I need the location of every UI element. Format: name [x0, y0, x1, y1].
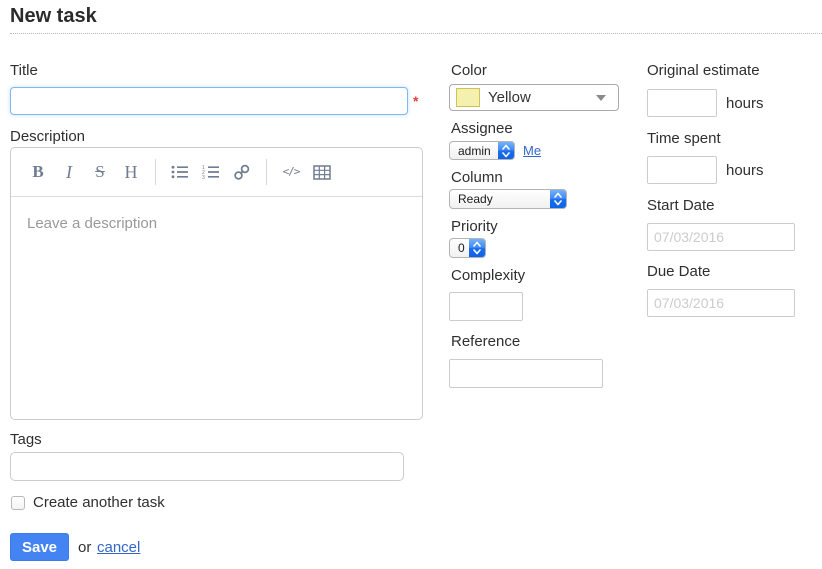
toolbar-separator [266, 159, 267, 185]
italic-icon[interactable]: I [59, 162, 79, 182]
tags-input[interactable] [10, 452, 404, 481]
description-editor: B I S H 1 2 3 [10, 147, 423, 420]
complexity-input[interactable] [449, 292, 523, 321]
color-dropdown[interactable]: Yellow [449, 84, 619, 111]
complexity-label: Complexity [451, 267, 525, 284]
time-spent-unit: hours [726, 162, 764, 179]
required-asterisk: * [413, 93, 418, 109]
original-estimate-unit: hours [726, 95, 764, 112]
create-another-checkbox[interactable] [11, 496, 25, 510]
due-date-input[interactable] [647, 289, 795, 317]
ordered-list-icon[interactable]: 1 2 3 [201, 164, 221, 180]
unordered-list-icon[interactable] [170, 164, 190, 180]
editor-toolbar: B I S H 1 2 3 [11, 148, 422, 197]
save-button[interactable]: Save [10, 533, 69, 561]
column-label: Column [451, 169, 503, 186]
toolbar-separator [155, 159, 156, 185]
select-stepper-icon [550, 190, 566, 208]
link-icon[interactable] [232, 164, 252, 181]
color-swatch-yellow [456, 88, 480, 107]
title-input[interactable] [10, 87, 408, 115]
title-label: Title [10, 62, 38, 79]
cancel-link[interactable]: cancel [97, 539, 140, 556]
priority-select[interactable]: 0 [449, 238, 486, 258]
select-stepper-icon [498, 142, 514, 159]
priority-label: Priority [451, 218, 498, 235]
code-icon[interactable]: </> [281, 162, 301, 182]
assign-me-link[interactable]: Me [523, 143, 541, 158]
assignee-select[interactable]: admin [449, 141, 515, 160]
description-placeholder: Leave a description [27, 215, 157, 232]
time-spent-label: Time spent [647, 130, 721, 147]
heading-icon[interactable]: H [121, 162, 141, 182]
column-select[interactable]: Ready [449, 189, 567, 209]
description-label: Description [10, 128, 85, 145]
tags-label: Tags [10, 431, 42, 448]
column-selected-value: Ready [450, 192, 566, 206]
start-date-input[interactable] [647, 223, 795, 251]
reference-input[interactable] [449, 359, 603, 388]
header-divider [10, 33, 822, 34]
original-estimate-input[interactable] [647, 89, 717, 117]
create-another-label: Create another task [33, 494, 165, 511]
page-title: New task [10, 5, 97, 28]
original-estimate-label: Original estimate [647, 62, 760, 79]
or-text: or [78, 539, 91, 556]
bold-icon[interactable]: B [28, 162, 48, 182]
chevron-down-icon [596, 95, 606, 101]
svg-text:3: 3 [202, 175, 205, 180]
select-stepper-icon [469, 239, 485, 257]
time-spent-input[interactable] [647, 156, 717, 184]
color-selected-value: Yellow [488, 89, 596, 106]
table-icon[interactable] [312, 165, 332, 180]
assignee-label: Assignee [451, 120, 513, 137]
reference-label: Reference [451, 333, 520, 350]
due-date-label: Due Date [647, 263, 710, 280]
description-textarea[interactable]: Leave a description [11, 197, 422, 423]
strikethrough-icon[interactable]: S [90, 162, 110, 182]
start-date-label: Start Date [647, 197, 715, 214]
color-label: Color [451, 62, 487, 79]
